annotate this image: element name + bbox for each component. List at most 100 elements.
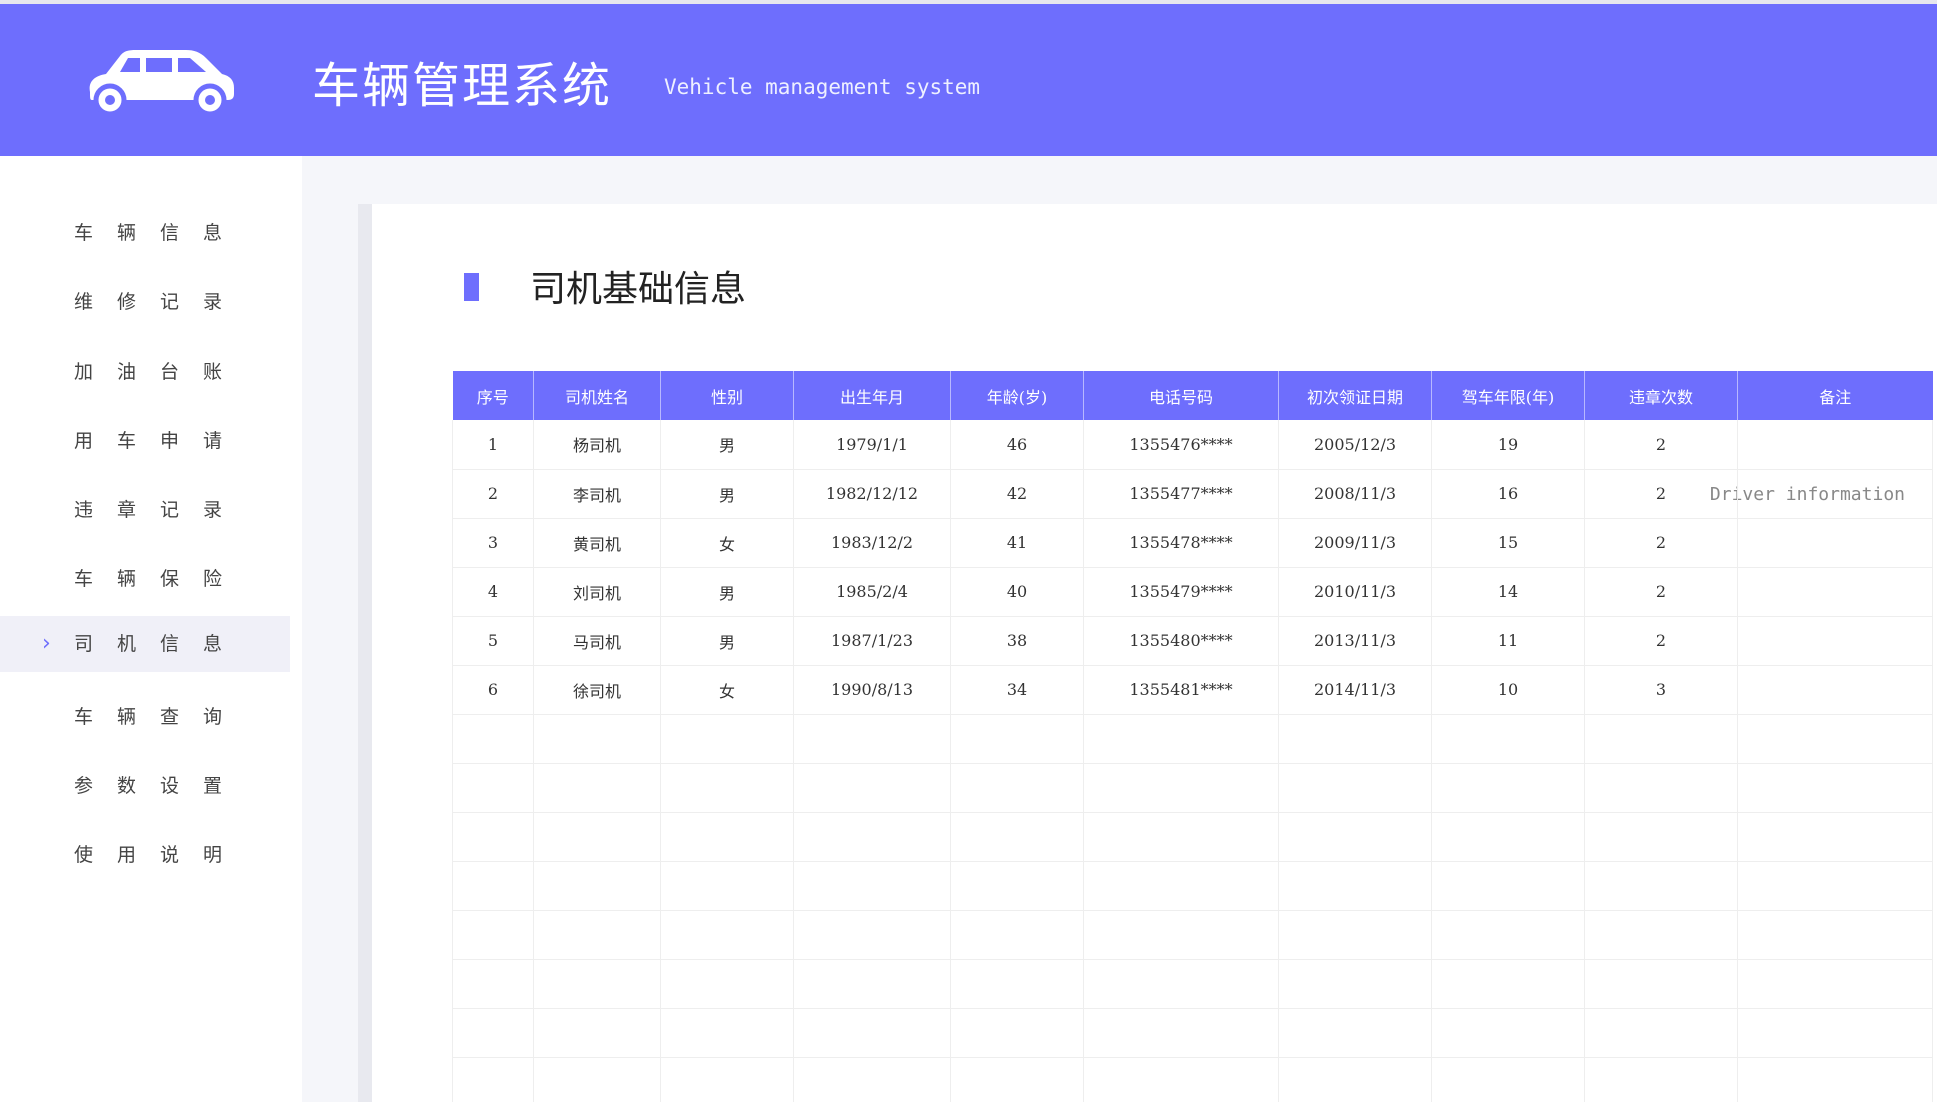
- table-cell[interactable]: 1355480****: [1083, 616, 1279, 666]
- column-header[interactable]: 司机姓名: [533, 371, 661, 420]
- table-cell[interactable]: 2005/12/3: [1278, 420, 1432, 470]
- table-cell[interactable]: 34: [950, 665, 1084, 715]
- table-cell[interactable]: 男: [660, 469, 794, 519]
- table-cell[interactable]: 1985/2/4: [793, 567, 951, 617]
- empty-table-row[interactable]: [452, 714, 1933, 764]
- table-cell[interactable]: 徐司机: [533, 665, 661, 715]
- empty-table-row[interactable]: [452, 1008, 1933, 1058]
- table-cell[interactable]: 2: [1584, 469, 1738, 519]
- sidebar-item-violation-records[interactable]: 违章记录: [0, 482, 290, 538]
- column-header[interactable]: 违章次数: [1584, 371, 1738, 420]
- table-cell[interactable]: 马司机: [533, 616, 661, 666]
- column-header[interactable]: 电话号码: [1083, 371, 1279, 420]
- table-cell[interactable]: 刘司机: [533, 567, 661, 617]
- table-cell[interactable]: 1982/12/12: [793, 469, 951, 519]
- sidebar-item-maintenance-records[interactable]: 维修记录: [0, 274, 290, 330]
- sidebar: 车辆信息 维修记录 加油台账 用车申请 违章记录 车辆保险 › 司机信息 车辆查…: [0, 156, 302, 1102]
- column-header[interactable]: 出生年月: [793, 371, 951, 420]
- table-cell[interactable]: [1737, 616, 1933, 666]
- empty-table-row[interactable]: [452, 910, 1933, 960]
- table-cell[interactable]: 1: [452, 420, 534, 470]
- table-cell[interactable]: 2013/11/3: [1278, 616, 1432, 666]
- table-cell[interactable]: 2: [1584, 420, 1738, 470]
- table-cell[interactable]: 1355478****: [1083, 518, 1279, 568]
- empty-table-row[interactable]: [452, 812, 1933, 862]
- sidebar-item-driver-info[interactable]: › 司机信息: [0, 616, 290, 672]
- table-cell[interactable]: 38: [950, 616, 1084, 666]
- sidebar-item-vehicle-query[interactable]: 车辆查询: [0, 689, 290, 745]
- sidebar-item-label: 车辆信息: [74, 222, 247, 244]
- table-cell[interactable]: 14: [1431, 567, 1585, 617]
- table-cell[interactable]: 15: [1431, 518, 1585, 568]
- table-cell[interactable]: 2: [452, 469, 534, 519]
- table-cell[interactable]: 1987/1/23: [793, 616, 951, 666]
- table-cell[interactable]: 19: [1431, 420, 1585, 470]
- column-header[interactable]: 初次领证日期: [1278, 371, 1432, 420]
- table-cell[interactable]: 男: [660, 616, 794, 666]
- empty-table-row[interactable]: [452, 959, 1933, 1009]
- sidebar-item-label: 用车申请: [74, 430, 247, 452]
- table-cell[interactable]: 2009/11/3: [1278, 518, 1432, 568]
- table-cell[interactable]: [1737, 469, 1933, 519]
- table-cell[interactable]: 3: [452, 518, 534, 568]
- table-cell[interactable]: [1737, 518, 1933, 568]
- table-cell[interactable]: 2: [1584, 518, 1738, 568]
- empty-table-row[interactable]: [452, 763, 1933, 813]
- table-row[interactable]: 5 马司机 男 1987/1/23 38 1355480**** 2013/11…: [452, 616, 1933, 666]
- column-header[interactable]: 年龄(岁): [950, 371, 1084, 420]
- table-cell[interactable]: 2010/11/3: [1278, 567, 1432, 617]
- empty-table-row[interactable]: [452, 861, 1933, 911]
- table-cell[interactable]: 41: [950, 518, 1084, 568]
- table-cell[interactable]: 女: [660, 665, 794, 715]
- app-header: 车辆管理系统 Vehicle management system: [0, 4, 1937, 156]
- table-cell[interactable]: 1355476****: [1083, 420, 1279, 470]
- table-cell[interactable]: 6: [452, 665, 534, 715]
- empty-table-row[interactable]: [452, 1057, 1933, 1102]
- table-cell[interactable]: 2: [1584, 616, 1738, 666]
- table-cell[interactable]: [1737, 567, 1933, 617]
- table-cell[interactable]: 1979/1/1: [793, 420, 951, 470]
- table-cell[interactable]: [1737, 420, 1933, 470]
- table-cell[interactable]: 1990/8/13: [793, 665, 951, 715]
- table-cell[interactable]: 2: [1584, 567, 1738, 617]
- sidebar-item-fuel-ledger[interactable]: 加油台账: [0, 344, 290, 400]
- table-cell[interactable]: 女: [660, 518, 794, 568]
- table-cell[interactable]: 5: [452, 616, 534, 666]
- column-header[interactable]: 性别: [660, 371, 794, 420]
- table-cell[interactable]: 11: [1431, 616, 1585, 666]
- table-row[interactable]: 6 徐司机 女 1990/8/13 34 1355481**** 2014/11…: [452, 665, 1933, 715]
- table-cell[interactable]: 杨司机: [533, 420, 661, 470]
- sidebar-item-vehicle-insurance[interactable]: 车辆保险: [0, 551, 290, 607]
- table-row[interactable]: 3 黄司机 女 1983/12/2 41 1355478**** 2009/11…: [452, 518, 1933, 568]
- table-cell[interactable]: [1737, 665, 1933, 715]
- table-cell[interactable]: 10: [1431, 665, 1585, 715]
- table-cell[interactable]: 3: [1584, 665, 1738, 715]
- table-cell[interactable]: 42: [950, 469, 1084, 519]
- table-cell[interactable]: 2008/11/3: [1278, 469, 1432, 519]
- table-cell[interactable]: 2014/11/3: [1278, 665, 1432, 715]
- table-cell[interactable]: 李司机: [533, 469, 661, 519]
- table-cell[interactable]: 4: [452, 567, 534, 617]
- table-cell[interactable]: 1355481****: [1083, 665, 1279, 715]
- table-cell[interactable]: 16: [1431, 469, 1585, 519]
- table-row[interactable]: 1 杨司机 男 1979/1/1 46 1355476**** 2005/12/…: [452, 420, 1933, 470]
- sidebar-item-vehicle-request[interactable]: 用车申请: [0, 413, 290, 469]
- table-cell[interactable]: 46: [950, 420, 1084, 470]
- table-cell[interactable]: 男: [660, 420, 794, 470]
- table-cell[interactable]: 1355477****: [1083, 469, 1279, 519]
- table-cell[interactable]: 1983/12/2: [793, 518, 951, 568]
- sidebar-item-instructions[interactable]: 使用说明: [0, 827, 290, 883]
- table-cell[interactable]: 男: [660, 567, 794, 617]
- table-cell[interactable]: 黄司机: [533, 518, 661, 568]
- driver-table-grid: 序号 司机姓名 性别 出生年月 年龄(岁) 电话号码 初次领证日期 驾车年限(年…: [452, 371, 1933, 1102]
- sidebar-item-vehicle-info[interactable]: 车辆信息: [0, 205, 290, 261]
- table-row[interactable]: 2 李司机 男 1982/12/12 42 1355477**** 2008/1…: [452, 469, 1933, 519]
- table-cell[interactable]: 1355479****: [1083, 567, 1279, 617]
- column-header[interactable]: 备注: [1737, 371, 1933, 420]
- table-cell[interactable]: 40: [950, 567, 1084, 617]
- column-header[interactable]: 序号: [452, 371, 534, 420]
- sidebar-item-label: 维修记录: [74, 291, 247, 313]
- table-row[interactable]: 4 刘司机 男 1985/2/4 40 1355479**** 2010/11/…: [452, 567, 1933, 617]
- sidebar-item-parameter-settings[interactable]: 参数设置: [0, 758, 290, 814]
- column-header[interactable]: 驾车年限(年): [1431, 371, 1585, 420]
